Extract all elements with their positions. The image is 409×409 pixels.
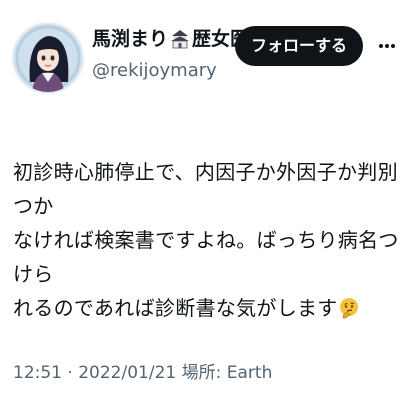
- avatar[interactable]: [12, 22, 84, 94]
- tweet-text: 初診時心肺停止で、内因子か外因子か判別つか なければ検案書ですよね。ばっちり病名…: [13, 155, 405, 325]
- follow-button[interactable]: フォローする: [234, 26, 363, 66]
- header-actions: フォローする: [234, 26, 399, 66]
- thinking-face-emoji: [339, 298, 358, 319]
- tweet-line-3: れるのであれば診断書な気がします: [13, 296, 338, 320]
- tweet-line-1: 初診時心肺停止で、内因子か外因子か判別つか: [13, 160, 398, 218]
- castle-icon: [171, 30, 190, 49]
- user-handle[interactable]: @rekijoymary: [92, 58, 249, 84]
- tweet-date[interactable]: 2022/01/21: [78, 363, 176, 383]
- avatar-image: [14, 24, 82, 92]
- user-info: 馬渕まり 歴女医 @rekijoymary: [92, 26, 249, 84]
- location-label: 場所:: [181, 363, 222, 383]
- tweet-line-2: なければ検案書ですよね。ばっちり病名つけら: [13, 228, 399, 286]
- tweet-header: 馬渕まり 歴女医 @rekijoymary フォローする: [12, 22, 399, 102]
- tweet-meta: 12:51 · 2022/01/21 場所: Earth: [13, 358, 272, 383]
- more-horizontal-icon[interactable]: [375, 26, 399, 66]
- meta-separator: ·: [67, 363, 73, 383]
- tweet-time[interactable]: 12:51: [13, 363, 62, 383]
- location-value[interactable]: Earth: [227, 363, 273, 383]
- display-name[interactable]: 馬渕まり 歴女医: [92, 26, 249, 52]
- display-name-text: 馬渕まり: [92, 28, 169, 50]
